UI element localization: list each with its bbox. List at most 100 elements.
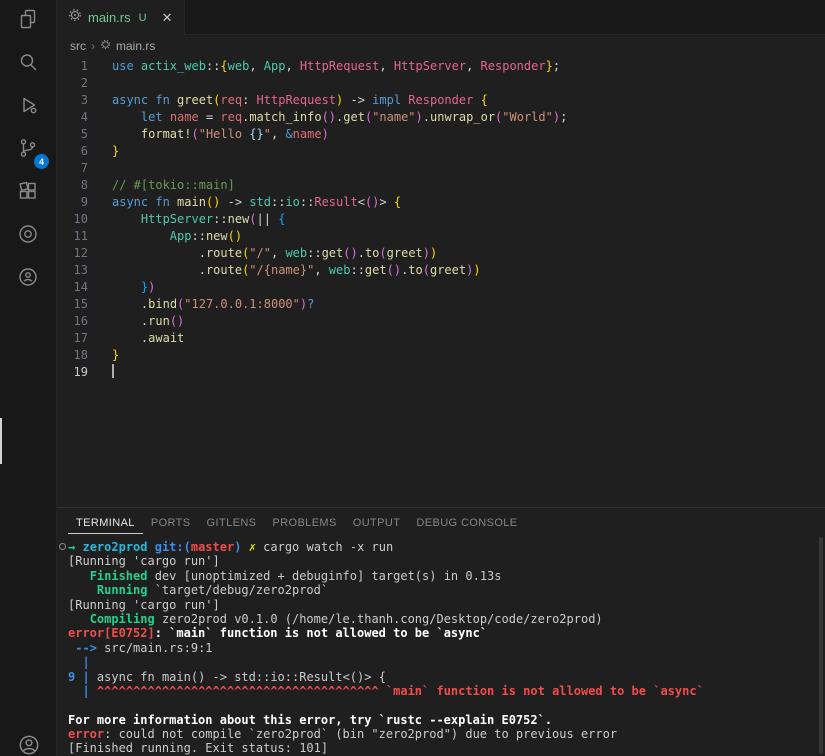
code-line-1[interactable]: 1 use actix_web::{web, App, HttpRequest, … <box>57 58 825 75</box>
code-line-19[interactable]: 19 <box>57 364 825 381</box>
terminal-line-4: Running `target/debug/zero2prod` <box>68 583 825 597</box>
gitlens-icon <box>16 222 40 251</box>
line-number[interactable]: 7 <box>57 160 88 177</box>
terminal-line-9: | <box>68 655 825 669</box>
line-number[interactable]: 9 <box>57 194 88 211</box>
line-number[interactable]: 2 <box>57 75 88 92</box>
account-button[interactable] <box>0 732 57 756</box>
code-line-16[interactable]: 16 .run() <box>57 313 825 330</box>
panel-tab-problems[interactable]: PROBLEMS <box>264 511 344 534</box>
terminal-line-2: [Running 'cargo run'] <box>68 554 825 568</box>
code-text: .bind("127.0.0.1:8000")? <box>112 296 314 313</box>
code-line-17[interactable]: 17 .await <box>57 330 825 347</box>
breadcrumb-item-src[interactable]: src <box>70 39 86 53</box>
activity-bar-items: 4 <box>0 0 56 301</box>
tab-close-icon[interactable]: ✕ <box>159 10 176 26</box>
code-line-18[interactable]: 18} <box>57 347 825 364</box>
code-text: App::new() <box>112 228 242 245</box>
line-number[interactable]: 5 <box>57 126 88 143</box>
code-text: }) <box>112 279 155 296</box>
files-icon <box>16 7 40 36</box>
editor-lines: 1 use actix_web::{web, App, HttpRequest, … <box>57 58 825 381</box>
rust-file-icon-small <box>100 39 111 53</box>
terminal-line-13: For more information about this error, t… <box>68 713 825 727</box>
source-control-button[interactable]: 4 <box>0 129 56 172</box>
terminal-line-15: [Finished running. Exit status: 101] <box>68 741 825 755</box>
code-line-3[interactable]: 3async fn greet(req: HttpRequest) -> imp… <box>57 92 825 109</box>
breadcrumb-separator: › <box>91 39 95 53</box>
breadcrumb-item-file[interactable]: main.rs <box>116 39 155 53</box>
run-and-debug-button[interactable] <box>0 86 56 129</box>
code-text: format!("Hello {}", &name) <box>112 126 329 143</box>
tab-git-status: U <box>139 12 147 24</box>
terminal-line-3: Finished dev [unoptimized + debuginfo] t… <box>68 569 825 583</box>
panel-tab-ports[interactable]: PORTS <box>143 511 199 534</box>
code-editor[interactable]: 1 use actix_web::{web, App, HttpRequest, … <box>57 56 825 507</box>
line-number[interactable]: 11 <box>57 228 88 245</box>
code-line-11[interactable]: 11 App::new() <box>57 228 825 245</box>
editor-cursor <box>112 364 114 378</box>
breadcrumb: src › main.rs <box>57 35 825 56</box>
tab-label: main.rs <box>88 10 131 25</box>
terminal-line-6: Compiling zero2prod v0.1.0 (/home/le.tha… <box>68 612 825 626</box>
tab-bar: main.rs U ✕ <box>57 0 825 35</box>
code-text: } <box>112 347 119 364</box>
code-line-5[interactable]: 5 format!("Hello {}", &name) <box>57 126 825 143</box>
code-line-15[interactable]: 15 .bind("127.0.0.1:8000")? <box>57 296 825 313</box>
code-line-8[interactable]: 8 // #[tokio::main] <box>57 177 825 194</box>
terminal[interactable]: → zero2prod git:(master) ✗ cargo watch -… <box>57 537 825 756</box>
gitlens-button[interactable] <box>0 215 56 258</box>
code-text: use actix_web::{web, App, HttpRequest, H… <box>112 58 560 75</box>
line-number[interactable]: 13 <box>57 262 88 279</box>
code-line-2[interactable]: 2 <box>57 75 825 92</box>
terminal-line-11: | ^^^^^^^^^^^^^^^^^^^^^^^^^^^^^^^^^^^^^^… <box>68 684 825 698</box>
line-number[interactable]: 6 <box>57 143 88 160</box>
line-number[interactable]: 18 <box>57 347 88 364</box>
code-text: // #[tokio::main] <box>112 177 235 194</box>
activity-bar: 4 <box>0 0 57 756</box>
terminal-scrollbar[interactable] <box>819 537 823 754</box>
panel-tab-output[interactable]: OUTPUT <box>345 511 409 534</box>
code-line-14[interactable]: 14 }) <box>57 279 825 296</box>
command-decoration-icon[interactable] <box>59 543 66 550</box>
code-text: .route("/", web::get().to(greet)) <box>112 245 437 262</box>
code-line-10[interactable]: 10 HttpServer::new(|| { <box>57 211 825 228</box>
line-number[interactable]: 14 <box>57 279 88 296</box>
explorer-button[interactable] <box>0 0 56 43</box>
extensions-button[interactable] <box>0 172 56 215</box>
line-number[interactable]: 10 <box>57 211 88 228</box>
code-line-9[interactable]: 9 async fn main() -> std::io::Result<()> … <box>57 194 825 211</box>
account-icon <box>16 732 42 756</box>
extensions-icon <box>16 179 40 208</box>
line-number[interactable]: 19 <box>57 364 88 381</box>
line-number[interactable]: 15 <box>57 296 88 313</box>
code-line-6[interactable]: 6} <box>57 143 825 160</box>
search-button[interactable] <box>0 43 56 86</box>
line-number[interactable]: 1 <box>57 58 88 75</box>
line-number[interactable]: 3 <box>57 92 88 109</box>
terminal-line-5: [Running 'cargo run'] <box>68 598 825 612</box>
tab-main-rs[interactable]: main.rs U ✕ <box>57 0 185 35</box>
line-number[interactable]: 8 <box>57 177 88 194</box>
code-text: .run() <box>112 313 184 330</box>
line-number[interactable]: 12 <box>57 245 88 262</box>
panel-tabs: TERMINALPORTSGITLENSPROBLEMSOUTPUTDEBUG … <box>57 508 825 537</box>
terminal-lines: → zero2prod git:(master) ✗ cargo watch -… <box>68 540 825 756</box>
code-text: let name = req.match_info().get("name").… <box>112 109 567 126</box>
line-number[interactable]: 17 <box>57 330 88 347</box>
bottom-panel: TERMINALPORTSGITLENSPROBLEMSOUTPUTDEBUG … <box>57 507 825 756</box>
line-number[interactable]: 4 <box>57 109 88 126</box>
code-text: async fn main() -> std::io::Result<()> { <box>112 194 401 211</box>
code-line-7[interactable]: 7 <box>57 160 825 177</box>
code-line-12[interactable]: 12 .route("/", web::get().to(greet)) <box>57 245 825 262</box>
terminal-line-8: --> src/main.rs:9:1 <box>68 641 825 655</box>
code-text: HttpServer::new(|| { <box>112 211 285 228</box>
panel-tab-debug-console[interactable]: DEBUG CONSOLE <box>408 511 525 534</box>
panel-tab-gitlens[interactable]: GITLENS <box>199 511 265 534</box>
panel-tab-terminal[interactable]: TERMINAL <box>68 511 143 534</box>
code-line-13[interactable]: 13 .route("/{name}", web::get().to(greet… <box>57 262 825 279</box>
code-line-4[interactable]: 4 let name = req.match_info().get("name"… <box>57 109 825 126</box>
terminal-line-1: → zero2prod git:(master) ✗ cargo watch -… <box>68 540 825 554</box>
line-number[interactable]: 16 <box>57 313 88 330</box>
live-share-button[interactable] <box>0 258 56 301</box>
